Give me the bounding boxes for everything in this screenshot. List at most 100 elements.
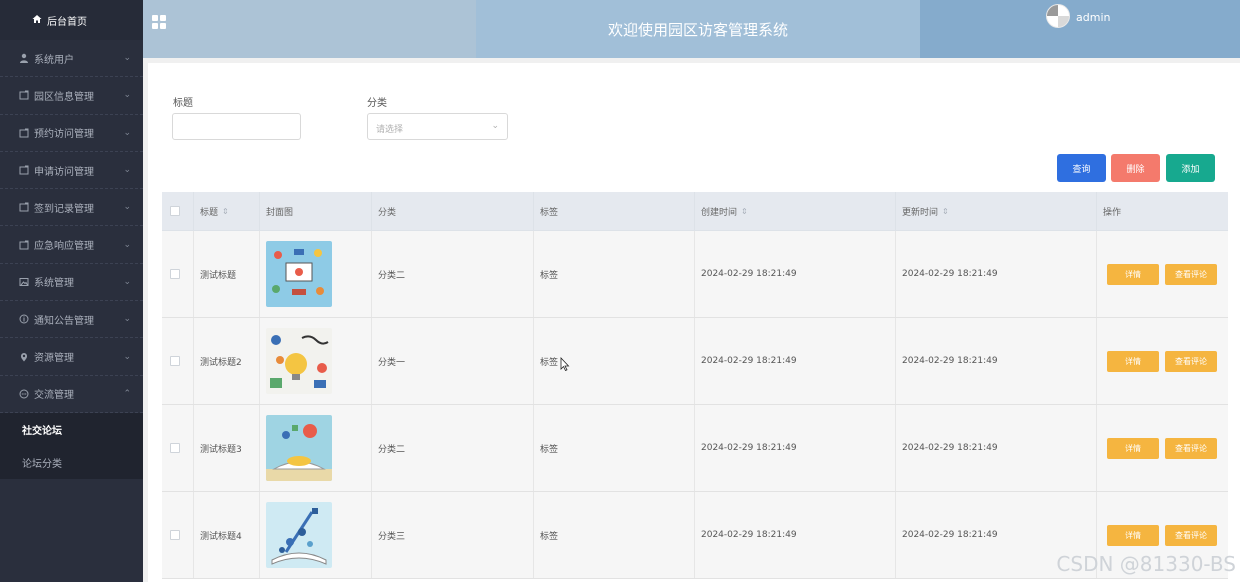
sidebar-item-system[interactable]: 系统管理 ⌄ xyxy=(0,264,143,302)
table-row: 测试标题3 分类二 标签 2024-02-29 18:21:49 2024-02… xyxy=(162,405,1228,492)
sidebar-subitem-label: 社交论坛 xyxy=(22,425,62,437)
cover-image xyxy=(266,328,332,394)
view-comments-button[interactable]: 查看评论 xyxy=(1165,263,1217,285)
col-updated[interactable]: 更新时间 ⇕ xyxy=(896,192,1097,230)
row-select-cell xyxy=(162,405,194,491)
title-cell: 测试标题4 xyxy=(194,492,260,578)
sidebar-item-label: 系统用户 xyxy=(34,54,74,66)
header-right: admin xyxy=(920,0,1240,58)
col-created[interactable]: 创建时间 ⇕ xyxy=(695,192,896,230)
chevron-down-icon: ⌄ xyxy=(123,202,131,213)
sort-icon[interactable]: ⇕ xyxy=(741,207,748,216)
view-comments-button[interactable]: 查看评论 xyxy=(1165,437,1217,459)
row-select-cell xyxy=(162,231,194,317)
detail-button[interactable]: 详情 xyxy=(1107,437,1159,459)
sidebar-item-label: 申请访问管理 xyxy=(34,166,94,178)
actions-cell: 详情 查看评论 xyxy=(1097,318,1228,404)
sidebar-item-emergency[interactable]: 应急响应管理 ⌄ xyxy=(0,226,143,264)
sidebar-item-label: 预约访问管理 xyxy=(34,129,94,141)
sidebar-item-reservation[interactable]: 预约访问管理 ⌄ xyxy=(0,115,143,152)
sidebar-item-checkin[interactable]: 签到记录管理 ⌄ xyxy=(0,189,143,227)
cover-cell xyxy=(260,405,372,491)
cover-cell xyxy=(260,318,372,404)
menu-grid-icon[interactable] xyxy=(152,15,166,29)
folder-icon xyxy=(18,128,30,138)
sidebar: 后台首页 系统用户 ⌄ 园区信息管理 ⌄ 预约访问管理 ⌄ 申请访问管理 ⌄ 签… xyxy=(0,0,143,582)
chevron-down-icon: ⌄ xyxy=(491,121,499,131)
sidebar-item-application[interactable]: 申请访问管理 ⌄ xyxy=(0,152,143,190)
col-tag-label: 标签 xyxy=(540,207,559,218)
col-title-label: 标题 xyxy=(200,207,219,218)
row-checkbox[interactable] xyxy=(170,356,180,366)
sidebar-item-label: 签到记录管理 xyxy=(34,203,94,215)
chevron-down-icon: ⌄ xyxy=(123,53,131,64)
header-title: 欢迎使用园区访客管理系统 xyxy=(607,20,788,39)
sort-icon[interactable]: ⇕ xyxy=(222,207,229,216)
category-cell: 分类二 xyxy=(372,231,534,317)
category-cell: 分类一 xyxy=(372,318,534,404)
username[interactable]: admin xyxy=(1076,11,1110,24)
sidebar-item-notice[interactable]: 通知公告管理 ⌄ xyxy=(0,301,143,339)
sidebar-item-park-info[interactable]: 园区信息管理 ⌄ xyxy=(0,77,143,115)
row-checkbox[interactable] xyxy=(170,530,180,540)
chevron-down-icon: ⌄ xyxy=(123,165,131,176)
sidebar-item-label: 资源管理 xyxy=(34,353,74,365)
chevron-down-icon: ⌄ xyxy=(123,276,131,287)
query-button[interactable]: 查询 xyxy=(1057,154,1106,182)
title-cell: 测试标题2 xyxy=(194,318,260,404)
folder-icon xyxy=(18,165,30,175)
tag-cell: 标签 xyxy=(534,405,695,491)
sidebar-subitem-label: 论坛分类 xyxy=(22,458,62,470)
sidebar-item-label: 园区信息管理 xyxy=(34,91,94,103)
select-all-checkbox[interactable] xyxy=(170,206,180,216)
sidebar-home-label: 后台首页 xyxy=(47,16,87,28)
image-icon xyxy=(18,277,30,287)
row-checkbox[interactable] xyxy=(170,443,180,453)
table-row: 测试标题2 分类一 标签 2024-02-29 18:21:49 2024-02… xyxy=(162,318,1228,405)
chevron-up-icon: ⌃ xyxy=(123,388,131,399)
sidebar-home[interactable]: 后台首页 xyxy=(0,0,143,40)
sort-icon[interactable]: ⇕ xyxy=(942,207,949,216)
title-cell: 测试标题 xyxy=(194,231,260,317)
chevron-down-icon: ⌄ xyxy=(123,239,131,250)
mouse-cursor-icon xyxy=(560,356,570,374)
view-comments-button[interactable]: 查看评论 xyxy=(1165,524,1217,546)
select-all-cell xyxy=(162,192,194,230)
chevron-down-icon: ⌄ xyxy=(123,351,131,362)
detail-button[interactable]: 详情 xyxy=(1107,263,1159,285)
info-icon xyxy=(18,314,30,324)
category-select-placeholder: 请选择 xyxy=(376,125,404,135)
sidebar-item-communication[interactable]: 交流管理 ⌃ xyxy=(0,376,143,413)
tag-cell: 标签 xyxy=(534,492,695,578)
col-tag: 标签 xyxy=(534,192,695,230)
col-title[interactable]: 标题 ⇕ xyxy=(194,192,260,230)
sidebar-subitem-forum[interactable]: 社交论坛 xyxy=(0,412,143,446)
avatar[interactable] xyxy=(1046,4,1070,28)
category-cell: 分类三 xyxy=(372,492,534,578)
sidebar-item-resource[interactable]: 资源管理 ⌄ xyxy=(0,338,143,376)
add-button[interactable]: 添加 xyxy=(1166,154,1215,182)
cover-cell xyxy=(260,492,372,578)
title-filter-input[interactable] xyxy=(172,113,301,140)
chevron-down-icon: ⌄ xyxy=(123,314,131,325)
header-center: 欢迎使用园区访客管理系统 xyxy=(476,0,920,58)
watermark: CSDN @81330-BS xyxy=(1056,552,1236,576)
detail-button[interactable]: 详情 xyxy=(1107,350,1159,372)
sidebar-subitem-forum-category[interactable]: 论坛分类 xyxy=(0,445,143,479)
row-checkbox[interactable] xyxy=(170,269,180,279)
table-row: 测试标题 分类二 标签 2024-02-29 18:21:49 2024-02-… xyxy=(162,231,1228,318)
category-cell: 分类二 xyxy=(372,405,534,491)
delete-button[interactable]: 删除 xyxy=(1111,154,1160,182)
col-created-label: 创建时间 xyxy=(701,207,738,218)
user-icon xyxy=(18,53,30,64)
sidebar-item-label: 交流管理 xyxy=(34,390,74,402)
view-comments-button[interactable]: 查看评论 xyxy=(1165,350,1217,372)
detail-button[interactable]: 详情 xyxy=(1107,524,1159,546)
row-select-cell xyxy=(162,318,194,404)
sidebar-item-label: 应急响应管理 xyxy=(34,241,94,253)
tag-cell: 标签 xyxy=(534,231,695,317)
col-cover-label: 封面图 xyxy=(266,207,294,218)
sidebar-item-system-users[interactable]: 系统用户 ⌄ xyxy=(0,40,143,78)
category-select[interactable]: 请选择 ⌄ xyxy=(367,113,508,140)
title-filter-label: 标题 xyxy=(173,98,193,109)
